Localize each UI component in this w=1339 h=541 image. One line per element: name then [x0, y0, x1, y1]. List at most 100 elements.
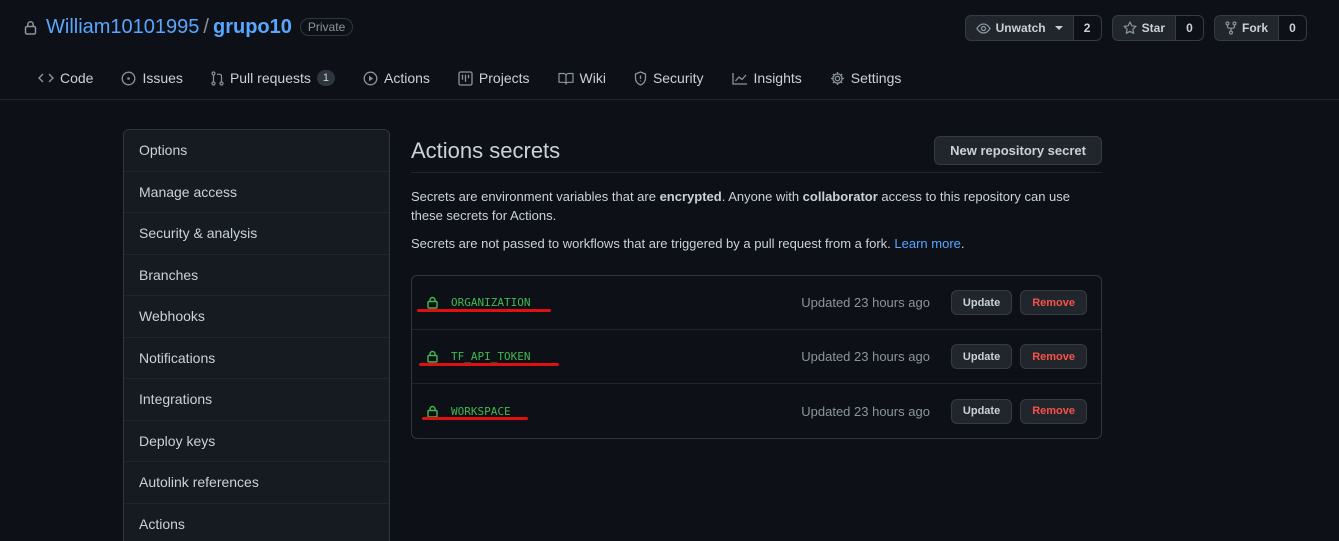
desc-text: . Anyone with — [721, 189, 803, 204]
stars-count[interactable]: 0 — [1175, 15, 1204, 41]
remove-secret-button[interactable]: Remove — [1020, 398, 1087, 424]
repo-header: William10101995 / grupo10 Private Unwatc… — [0, 0, 1339, 100]
sidebar-item-autolink-references[interactable]: Autolink references — [124, 462, 389, 504]
annotation-underline — [419, 363, 559, 366]
sidebar-item-integrations[interactable]: Integrations — [124, 379, 389, 421]
sidebar-item-branches[interactable]: Branches — [124, 254, 389, 296]
lock-icon — [427, 296, 438, 309]
tab-pull-requests[interactable]: Pull requests 1 — [211, 70, 335, 86]
star-group: Star 0 — [1111, 15, 1204, 41]
desc-text: Secrets are not passed to workflows that… — [411, 236, 895, 251]
tab-label: Settings — [850, 70, 902, 86]
tab-actions[interactable]: Actions — [363, 70, 430, 86]
repo-path-separator: / — [203, 15, 209, 38]
secrets-description: Secrets are environment variables that a… — [411, 187, 1091, 253]
secret-name: TF_API_TOKEN — [427, 350, 530, 363]
tab-settings[interactable]: Settings — [830, 70, 902, 86]
update-secret-button[interactable]: Update — [950, 290, 1013, 315]
secrets-header: Actions secrets New repository secret — [411, 129, 1102, 173]
sidebar-item-notifications[interactable]: Notifications — [124, 337, 389, 379]
visibility-badge: Private — [299, 18, 354, 36]
tab-wiki[interactable]: Wiki — [557, 70, 606, 86]
watch-group: Unwatch 2 — [964, 15, 1102, 41]
lock-icon — [427, 350, 438, 363]
fork-icon — [1225, 21, 1237, 35]
secret-actions: Updated 23 hours ago Update Remove — [801, 290, 1087, 315]
sidebar-item-deploy-keys[interactable]: Deploy keys — [124, 420, 389, 462]
repo-owner-link[interactable]: William10101995 — [46, 16, 199, 39]
sidebar-item-security-analysis[interactable]: Security & analysis — [124, 213, 389, 255]
watchers-count[interactable]: 2 — [1073, 15, 1102, 41]
pull-request-icon — [211, 70, 224, 86]
graph-icon — [731, 72, 748, 85]
annotation-underline — [417, 309, 551, 312]
tab-label: Code — [60, 70, 94, 86]
update-secret-button[interactable]: Update — [950, 398, 1013, 424]
desc-text: . — [960, 236, 965, 251]
secret-updated: Updated 23 hours ago — [801, 403, 930, 419]
tab-code[interactable]: Code — [38, 70, 93, 86]
secrets-list: ORGANIZATION Updated 23 hours ago Update… — [411, 275, 1102, 439]
secret-row: TF_API_TOKEN Updated 23 hours ago Update… — [412, 330, 1101, 384]
lock-icon — [24, 20, 37, 35]
tab-label: Wiki — [579, 70, 606, 86]
secret-name: WORKSPACE — [427, 405, 511, 418]
gear-icon — [830, 71, 845, 86]
settings-sidebar: Options Manage access Security & analysi… — [123, 129, 390, 541]
tab-label: Issues — [142, 70, 183, 86]
tab-projects[interactable]: Projects — [458, 70, 530, 86]
secret-actions: Updated 23 hours ago Update Remove — [801, 344, 1087, 369]
fork-group: Fork 0 — [1213, 15, 1307, 41]
tab-issues[interactable]: Issues — [121, 70, 183, 86]
secret-row: WORKSPACE Updated 23 hours ago Update Re… — [412, 384, 1101, 438]
eye-icon — [975, 22, 991, 34]
fork-label: Fork — [1241, 21, 1268, 35]
learn-more-link[interactable]: Learn more — [894, 236, 960, 251]
tab-security[interactable]: Security — [634, 70, 704, 86]
star-icon — [1123, 21, 1137, 35]
issue-icon — [121, 71, 136, 86]
repo-actions: Unwatch 2 Star 0 Fork 0 — [964, 15, 1307, 41]
project-icon — [458, 70, 473, 86]
sidebar-item-actions[interactable]: Actions — [124, 503, 389, 541]
secret-name-text: ORGANIZATION — [451, 296, 531, 309]
lock-icon — [427, 405, 438, 418]
remove-secret-button[interactable]: Remove — [1020, 290, 1087, 315]
unwatch-button[interactable]: Unwatch — [964, 15, 1074, 41]
new-repository-secret-button[interactable]: New repository secret — [934, 136, 1102, 165]
description-paragraph-1: Secrets are environment variables that a… — [411, 187, 1091, 225]
update-secret-button[interactable]: Update — [950, 344, 1013, 369]
book-icon — [557, 72, 574, 85]
tab-insights[interactable]: Insights — [731, 70, 802, 86]
pull-requests-counter: 1 — [316, 70, 335, 86]
repo-title: William10101995 / grupo10 Private — [24, 15, 354, 39]
secret-name-text: WORKSPACE — [451, 404, 511, 418]
secrets-main: Actions secrets New repository secret Se… — [411, 129, 1102, 439]
tab-label: Actions — [384, 70, 430, 86]
sidebar-item-options[interactable]: Options — [124, 130, 389, 172]
unwatch-label: Unwatch — [995, 21, 1046, 35]
desc-collaborator: collaborator — [802, 189, 878, 204]
desc-encrypted: encrypted — [659, 189, 722, 204]
secret-row: ORGANIZATION Updated 23 hours ago Update… — [412, 276, 1101, 330]
desc-text: Secrets are environment variables that a… — [411, 189, 660, 204]
code-icon — [38, 72, 54, 84]
tab-label: Insights — [753, 70, 802, 86]
secret-name-text: TF_API_TOKEN — [451, 350, 531, 363]
remove-secret-button[interactable]: Remove — [1020, 344, 1087, 369]
fork-button[interactable]: Fork — [1213, 15, 1279, 41]
sidebar-item-manage-access[interactable]: Manage access — [124, 171, 389, 213]
tab-label: Projects — [478, 70, 530, 86]
tab-label: Pull requests — [229, 70, 311, 86]
chevron-down-icon — [1054, 26, 1063, 30]
star-button[interactable]: Star — [1111, 15, 1176, 41]
shield-icon — [634, 70, 647, 86]
play-icon — [363, 71, 378, 86]
repo-name-link[interactable]: grupo10 — [213, 16, 292, 39]
secret-updated: Updated 23 hours ago — [801, 349, 930, 364]
description-paragraph-2: Secrets are not passed to workflows that… — [411, 234, 1091, 253]
sidebar-item-webhooks[interactable]: Webhooks — [124, 296, 389, 338]
tab-label: Security — [652, 70, 704, 86]
forks-count[interactable]: 0 — [1279, 15, 1307, 41]
secret-actions: Updated 23 hours ago Update Remove — [801, 398, 1087, 424]
